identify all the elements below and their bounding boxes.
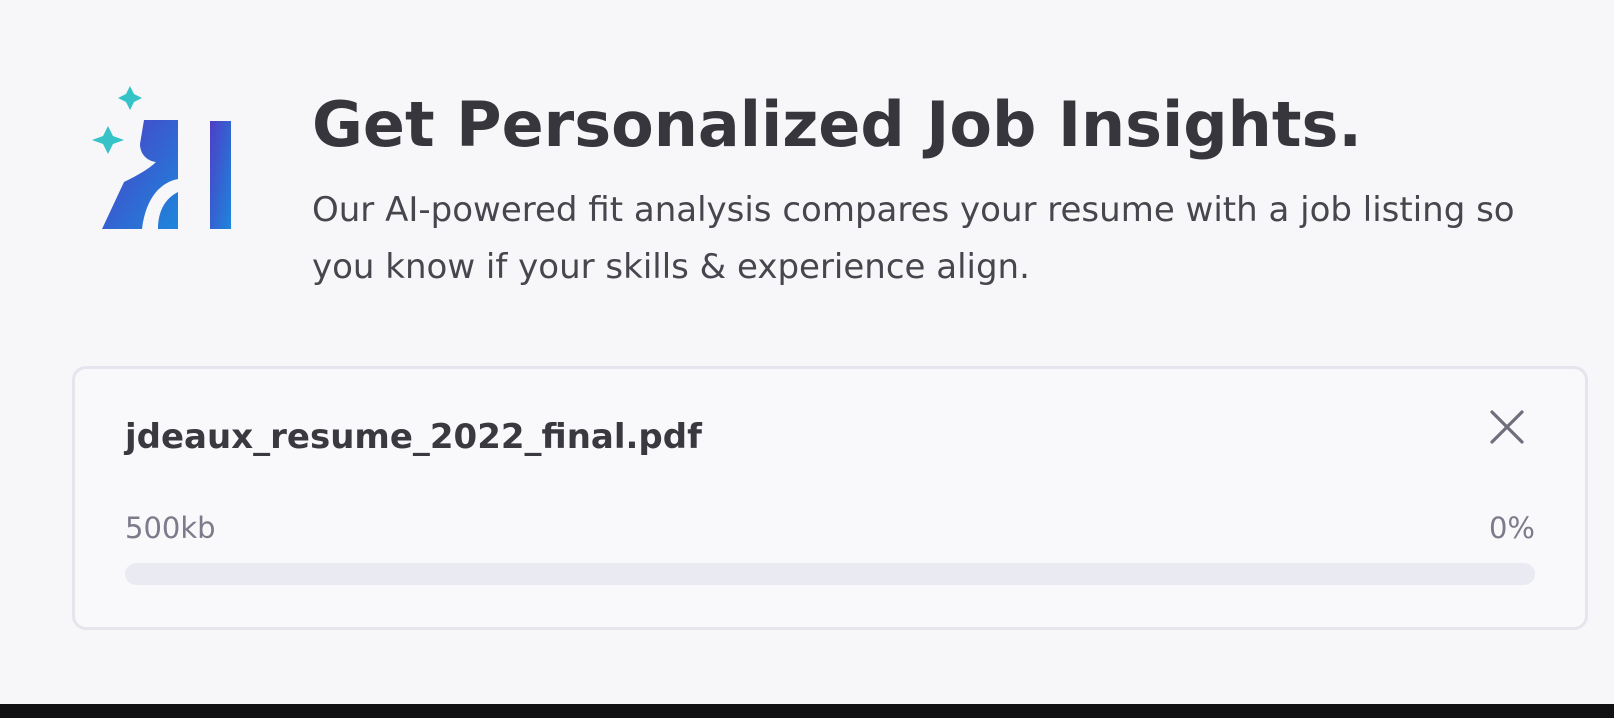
ai-sparkle-logo-icon: [92, 86, 231, 229]
ai-insights-hero: Get Personalized Job Insights. Our AI-po…: [0, 0, 1614, 330]
hero-description: Our AI-powered fit analysis compares you…: [312, 190, 1515, 287]
file-size: 500kb: [125, 511, 216, 545]
remove-file-button[interactable]: [1485, 405, 1529, 449]
page-title: Get Personalized Job Insights.: [312, 88, 1362, 161]
upload-progress-percent: 0%: [1488, 511, 1535, 545]
upload-progress-bar: [125, 563, 1535, 585]
close-icon: [1490, 410, 1524, 444]
bottom-bar: [0, 704, 1614, 718]
file-name: jdeaux_resume_2022_final.pdf: [125, 417, 702, 457]
resume-upload-card: jdeaux_resume_2022_final.pdf 500kb 0%: [72, 366, 1588, 630]
